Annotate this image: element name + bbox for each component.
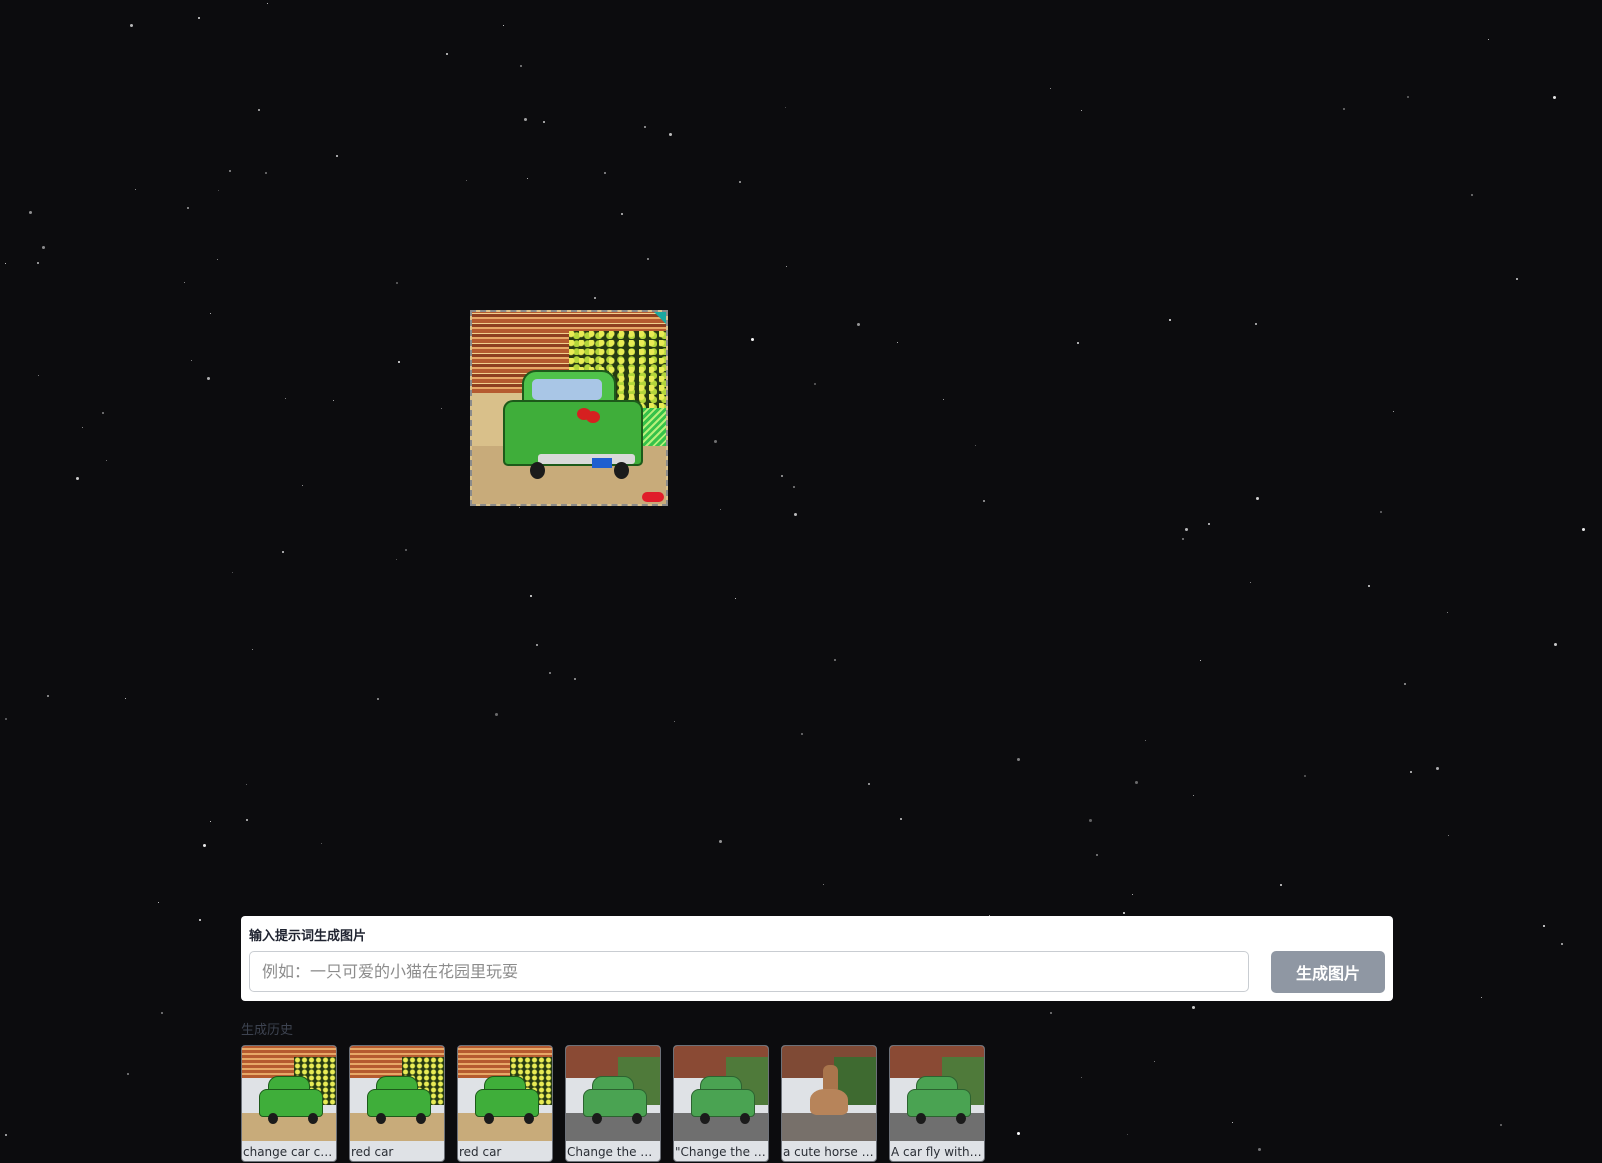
history-thumbnail xyxy=(242,1046,336,1141)
prompt-input[interactable] xyxy=(249,951,1249,992)
history-item[interactable]: change car col... xyxy=(241,1045,337,1162)
generated-image[interactable] xyxy=(470,310,668,506)
history-caption: red car xyxy=(459,1145,502,1159)
history-caption: "Change the p... xyxy=(675,1145,767,1159)
history-thumbnail xyxy=(350,1046,444,1141)
history-item[interactable]: red car xyxy=(349,1045,445,1162)
history-list: change car col... red car red car Change th… xyxy=(241,1045,985,1162)
prompt-label: 输入提示词生成图片 xyxy=(249,929,367,944)
history-thumbnail xyxy=(458,1046,552,1141)
history-item[interactable]: red car xyxy=(457,1045,553,1162)
history-title: 生成历史 xyxy=(241,1023,294,1038)
prompt-panel: 输入提示词生成图片 生成图片 xyxy=(241,916,1393,1001)
history-item[interactable]: Change the kit... xyxy=(565,1045,661,1162)
history-caption: a cute horse wi... xyxy=(783,1145,875,1159)
history-thumbnail xyxy=(890,1046,984,1141)
history-thumbnail xyxy=(566,1046,660,1141)
history-caption: change car col... xyxy=(243,1145,335,1159)
history-caption: Change the kit... xyxy=(567,1145,659,1159)
history-item[interactable]: a cute horse wi... xyxy=(781,1045,877,1162)
history-thumbnail xyxy=(782,1046,876,1141)
history-thumbnail xyxy=(674,1046,768,1141)
history-item[interactable]: "Change the p... xyxy=(673,1045,769,1162)
generate-image-button[interactable]: 生成图片 xyxy=(1271,951,1385,993)
history-caption: red car xyxy=(351,1145,394,1159)
history-item[interactable]: A car fly with d... xyxy=(889,1045,985,1162)
history-caption: A car fly with d... xyxy=(891,1145,983,1159)
